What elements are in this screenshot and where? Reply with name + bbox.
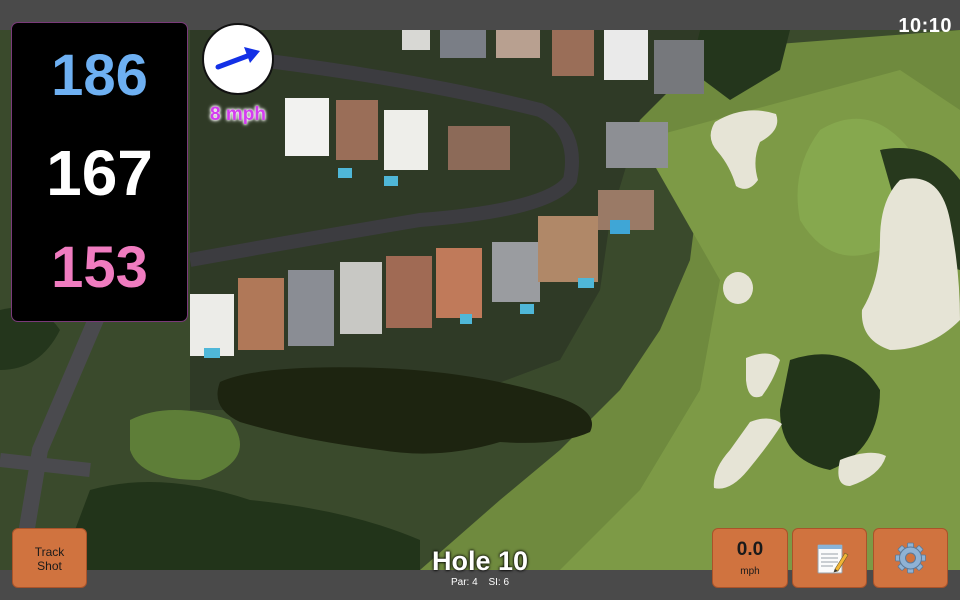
- hole-par: Par: 4: [450, 577, 478, 588]
- middle-distance: 167: [46, 137, 153, 209]
- back-distance: 186: [51, 43, 148, 108]
- speed-button[interactable]: 0.0 mph: [712, 528, 788, 588]
- road-cross: [0, 453, 91, 477]
- speed-unit: mph: [740, 566, 760, 577]
- wind-direction-dial: [202, 23, 274, 95]
- hole-title: Hole 10: [431, 546, 529, 576]
- notepad-icon: [817, 544, 849, 574]
- notes-button[interactable]: [792, 528, 867, 588]
- speed-value: 0.0: [736, 539, 764, 560]
- settings-button[interactable]: [873, 528, 948, 588]
- track-shot-button[interactable]: Track Shot: [12, 528, 87, 588]
- hole-info: Par: 4 SI: 6: [380, 577, 580, 588]
- clock-time: 10:10: [898, 15, 952, 37]
- front-distance: 153: [51, 235, 148, 300]
- track-shot-label-line1: Track: [34, 545, 65, 559]
- gear-icon: [895, 542, 926, 574]
- wind-speed-label: 8 mph: [210, 104, 266, 125]
- wind-arrow-icon: [215, 47, 260, 70]
- hole-stroke-index: SI: 6: [488, 577, 510, 588]
- yardage-panel: 186 167 153: [11, 22, 188, 322]
- track-shot-label-line2: Shot: [37, 559, 62, 573]
